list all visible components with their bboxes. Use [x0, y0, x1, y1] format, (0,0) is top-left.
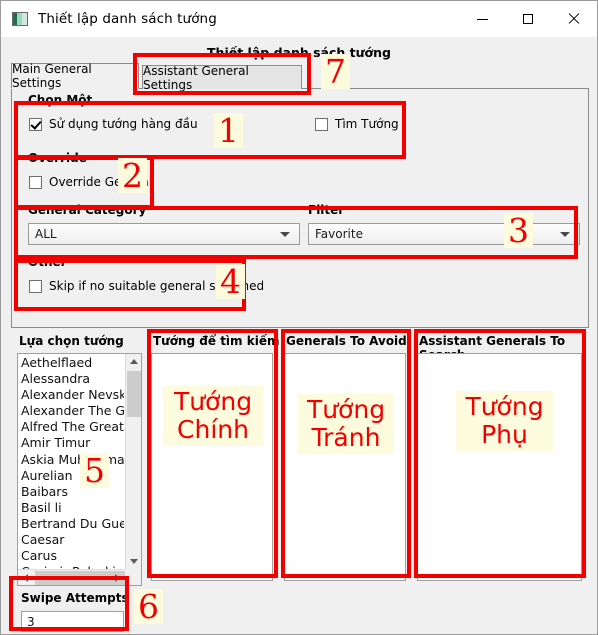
checkbox-tim-tuong[interactable]: Tìm Tướng [315, 117, 399, 131]
list-item[interactable]: Carus [21, 548, 124, 564]
group-override-title: Override [28, 151, 87, 165]
close-button[interactable] [551, 1, 597, 37]
app-icon [12, 12, 28, 26]
group-chon-mot-title: Chọn Một [28, 93, 93, 107]
page-title: Thiết lập danh sách tướng [207, 45, 391, 60]
label-swipe-attempts: Swipe Attempts [21, 591, 129, 605]
window-controls [459, 1, 597, 37]
close-icon [568, 13, 580, 25]
listbox-assistant-generals[interactable] [417, 353, 582, 581]
checkbox-box-primary[interactable] [29, 117, 42, 131]
checkbox-box-skip[interactable] [29, 279, 42, 293]
window-title: Thiết lập danh sách tướng [38, 11, 217, 27]
scroll-right-icon[interactable] [115, 574, 120, 582]
label-filter: Filter [308, 203, 345, 217]
annotation-number-3: 3 [504, 213, 533, 248]
annotation-text-tuong-phu: Tướng Phụ [456, 391, 553, 451]
combo-filter-value: Favorite [315, 227, 363, 241]
list-item[interactable]: Alexander The Great [21, 403, 124, 419]
vertical-scroll-thumb[interactable] [127, 371, 141, 417]
checkbox-su-dung-tuong-hang-dau[interactable]: Sử dụng tướng hàng đầu [29, 117, 198, 131]
annotation-number-1: 1 [214, 113, 243, 148]
application-window: Thiết lập danh sách tướng Thiết lập danh… [0, 0, 598, 635]
scroll-up-icon[interactable] [130, 359, 138, 364]
tab-assistant-general-settings[interactable]: Assistant General Settings [142, 64, 302, 92]
list-item[interactable]: Bertrand Du Guesclin [21, 516, 124, 532]
chevron-down-icon-filter [560, 232, 570, 237]
annotation-number-7: 7 [321, 54, 350, 89]
listbox-generals-to-avoid[interactable] [284, 353, 406, 581]
group-swipe-attempts: Swipe Attempts 3 [15, 591, 130, 633]
label-lua-chon-tuong: Lựa chọn tướng [19, 334, 124, 348]
list-item[interactable]: Basil li [21, 500, 124, 516]
group-other-title: Other [28, 255, 67, 269]
annotation-text-tuong-chinh: Tướng Chính [163, 386, 263, 446]
client-area: Thiết lập danh sách tướng Main General S… [1, 37, 597, 634]
combo-filter[interactable]: Favorite [308, 223, 580, 245]
checkbox-box-override[interactable] [29, 175, 42, 189]
label-tuong-de-tim-kiem: Tướng để tìm kiếm [153, 334, 280, 348]
combo-general-category[interactable]: ALL [28, 223, 300, 245]
list-item[interactable]: Alfred The Great [21, 419, 124, 435]
label-generals-to-avoid: Generals To Avoid [286, 334, 407, 348]
minimize-icon [476, 18, 488, 20]
scroll-left-icon[interactable] [23, 574, 28, 582]
combo-general-category-value: ALL [35, 227, 57, 241]
list-item[interactable]: Alessandra [21, 371, 124, 387]
annotation-number-6: 6 [134, 589, 163, 624]
scroll-down-icon[interactable] [130, 559, 138, 564]
maximize-button[interactable] [505, 1, 551, 37]
annotation-text-tuong-tranh: Tướng Tránh [298, 394, 394, 454]
checkbox-label-primary: Sử dụng tướng hàng đầu [49, 117, 198, 131]
maximize-icon [523, 14, 533, 24]
minimize-button[interactable] [459, 1, 505, 37]
chevron-down-icon-category [280, 232, 290, 237]
annotation-number-4: 4 [216, 264, 245, 299]
tab-page-main: Chọn Một Sử dụng tướng hàng đầu Tìm Tướn… [11, 88, 589, 328]
vertical-scrollbar-available[interactable] [125, 354, 141, 569]
list-item[interactable]: Alexander Nevsky [21, 387, 124, 403]
annotation-number-5: 5 [80, 453, 109, 488]
list-item[interactable]: Aethelflaed [21, 355, 124, 371]
annotation-number-2: 2 [118, 158, 147, 193]
tab-strip: Main General Settings Assistant General … [11, 62, 589, 92]
title-bar: Thiết lập danh sách tướng [1, 1, 597, 37]
label-general-category: General Category [28, 203, 147, 217]
checkbox-label-secondary: Tìm Tướng [335, 117, 399, 131]
scrollbar-corner [125, 569, 141, 585]
list-item[interactable]: Amir Timur [21, 435, 124, 451]
checkbox-box-secondary[interactable] [315, 117, 328, 131]
group-category-filter: General Category Filter ALL Favorite [20, 203, 580, 251]
list-item[interactable]: Caesar [21, 532, 124, 548]
horizontal-scrollbar-available[interactable] [18, 569, 141, 585]
group-other: Other Skip if no suitable general search… [20, 255, 264, 305]
tab-main-general-settings[interactable]: Main General Settings [11, 62, 139, 90]
input-swipe-attempts[interactable]: 3 [21, 611, 124, 632]
